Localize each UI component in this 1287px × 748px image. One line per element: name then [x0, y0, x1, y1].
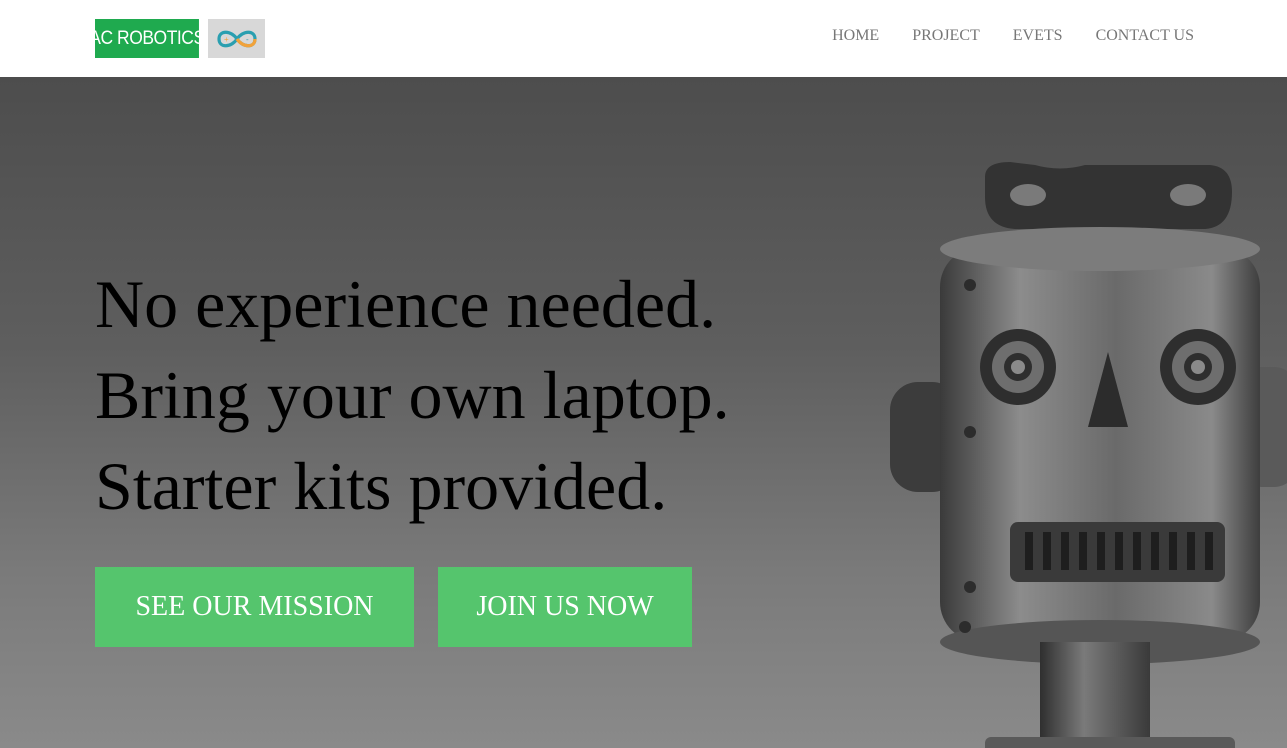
headline-line-3: Starter kits provided. [95, 448, 668, 524]
nav-project[interactable]: PROJECT [912, 26, 980, 46]
nav-events[interactable]: EVETS [1013, 26, 1063, 46]
main-nav: HOME PROJECT EVETS CONTACT US [832, 26, 1194, 46]
svg-text:+: + [224, 35, 229, 44]
robot-icon [890, 162, 1287, 748]
hero-headline: No experience needed. Bring your own lap… [95, 259, 855, 532]
logo-text: AC ROBOTICS [89, 19, 205, 58]
see-our-mission-button[interactable]: SEE OUR MISSION [95, 567, 414, 647]
hero-section: No experience needed. Bring your own lap… [0, 77, 1287, 748]
svg-text:-: - [246, 35, 249, 44]
infinity-icon: + - [208, 19, 265, 58]
headline-line-2: Bring your own laptop. [95, 357, 730, 433]
nav-home[interactable]: HOME [832, 26, 879, 46]
site-logo[interactable]: AC ROBOTICS + - [89, 19, 265, 58]
navbar: AC ROBOTICS + - HOME PROJECT EVETS CONTA… [0, 0, 1287, 77]
join-us-now-button[interactable]: JOIN US NOW [438, 567, 692, 647]
headline-line-1: No experience needed. [95, 266, 717, 342]
nav-contact-us[interactable]: CONTACT US [1096, 26, 1194, 46]
